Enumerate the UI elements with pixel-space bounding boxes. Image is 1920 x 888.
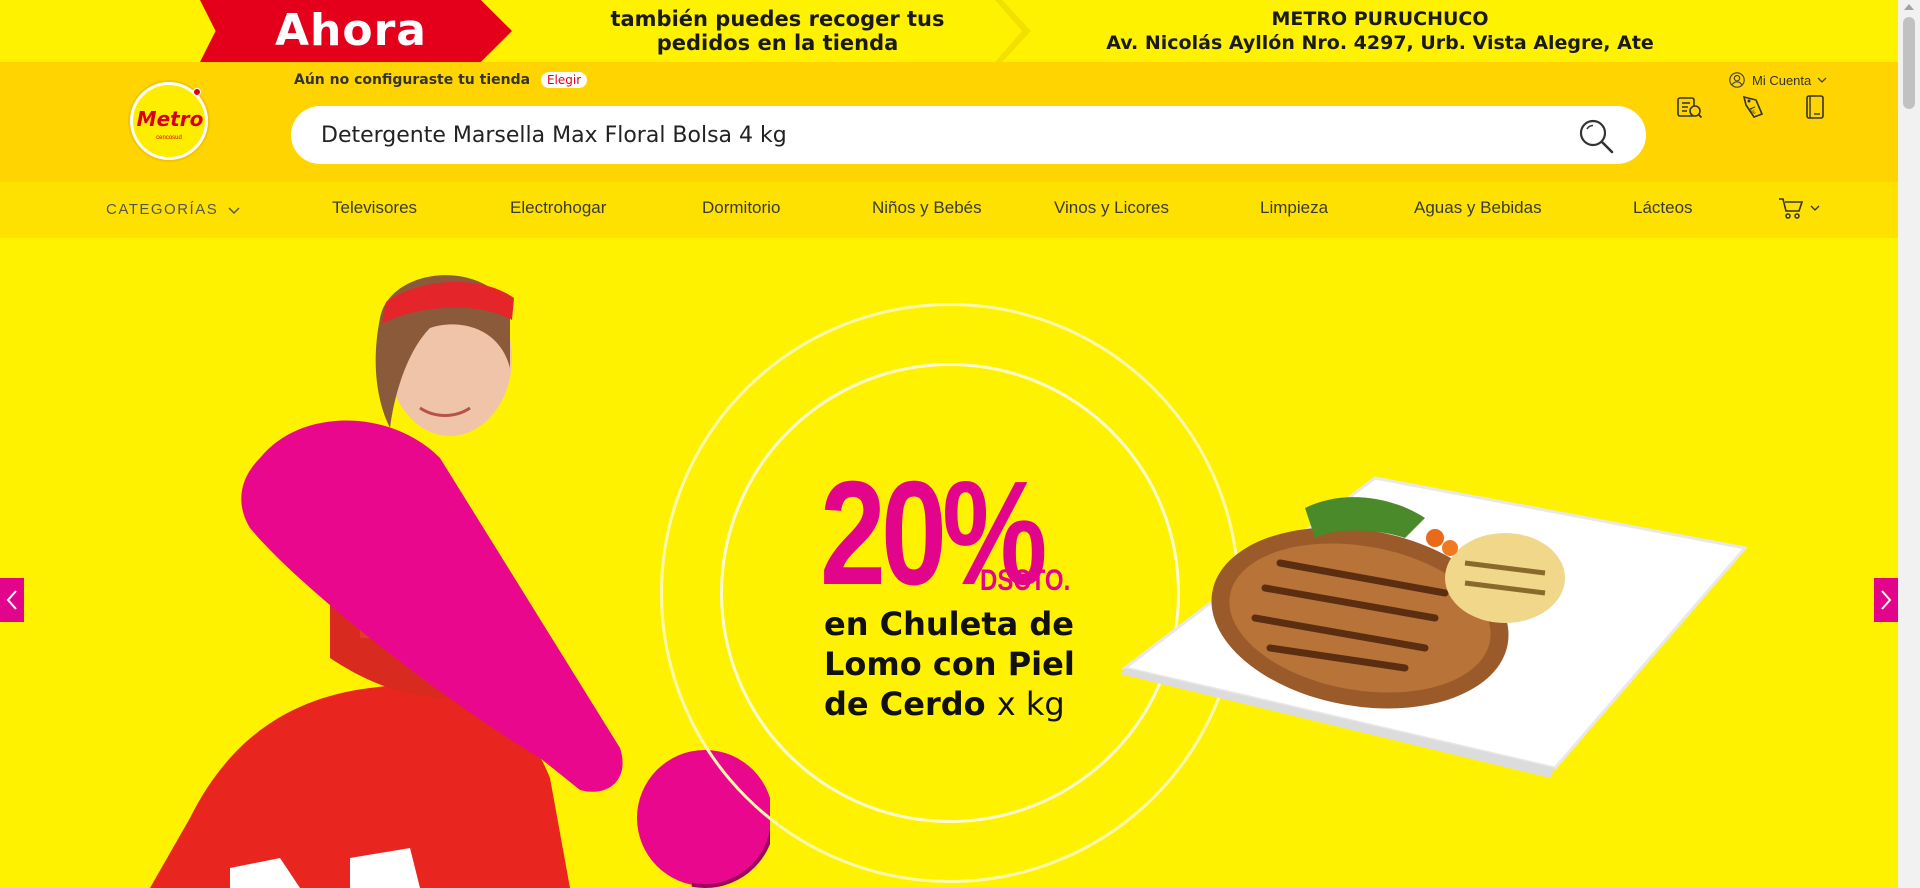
promo-store-address: Av. Nicolás Ayllón Nro. 4297, Urb. Vista… [1106,32,1654,54]
discount-label: DSCTO. [980,564,1071,597]
coupons-icon[interactable]: % [1738,92,1768,122]
site-header: Metro cencosud Aún no configuraste tu ti… [0,62,1898,182]
search-bar [291,106,1646,164]
logo-dot [193,88,201,96]
account-menu[interactable]: Mi Cuenta [1728,71,1827,89]
promo-store: METRO PURUCHUCO Av. Nicolás Ayllón Nro. … [1090,7,1670,55]
logo-subtext: cencosud [156,135,182,141]
cart-icon [1779,198,1804,219]
nav-item-electrohogar[interactable]: Electrohogar [510,198,606,218]
offer-unit: x kg [996,685,1065,723]
nav-item-aguas-bebidas[interactable]: Aguas y Bebidas [1414,198,1542,218]
svg-text:%: % [1750,109,1756,116]
hero-carousel[interactable]: 20% DSCTO. en Chuleta de Lomo con Piel d… [0,238,1898,888]
chevron-right-icon [995,0,1031,62]
nav-item-limpieza[interactable]: Limpieza [1260,198,1328,218]
promo-badge-text: Ahora [275,5,427,56]
order-tracking-icon[interactable] [1674,92,1704,122]
chevron-down-icon [228,206,240,214]
store-config: Aún no configuraste tu tienda Elegir [294,72,588,88]
promo-banner[interactable]: Ahora también puedes recoger tus pedidos… [0,0,1898,62]
pork-chop-plate-image [1120,476,1748,778]
categories-label: CATEGORÍAS [106,201,219,218]
offer-line1: en Chuleta de [824,605,1074,643]
categories-menu[interactable]: CATEGORÍAS [106,201,240,218]
promo-store-name: METRO PURUCHUCO [1271,8,1489,30]
user-icon [1729,72,1745,88]
carousel-next-button[interactable] [1874,578,1898,622]
promo-badge: Ahora [200,0,512,62]
store-prompt: Aún no configuraste tu tienda [294,72,531,88]
search-input[interactable] [321,106,1521,164]
offer-line3: de Cerdo [824,685,986,723]
chevron-down-icon [1810,205,1820,211]
promo-message-line2: pedidos en la tienda [656,31,899,55]
nav-item-dormitorio[interactable]: Dormitorio [702,198,780,218]
metro-logo[interactable]: Metro cencosud [130,82,208,160]
choose-store-button[interactable]: Elegir [540,72,588,88]
promo-message: también puedes recoger tus pedidos en la… [555,7,1000,55]
carousel-prev-button[interactable] [0,578,24,622]
chevron-right-icon [1881,590,1892,610]
chevron-left-icon [6,590,17,610]
chevron-down-icon [1817,77,1827,83]
nav-item-lacteos[interactable]: Lácteos [1633,198,1693,218]
logo-text: Metro [136,107,204,131]
promo-message-line1: también puedes recoger tus [610,7,945,31]
account-label: Mi Cuenta [1752,72,1812,88]
scroll-up-icon[interactable] [1904,4,1914,10]
search-icon[interactable] [1576,116,1616,156]
offer-line2: Lomo con Piel [824,645,1075,683]
nav-item-ninos-bebes[interactable]: Niños y Bebés [872,198,982,218]
offer-text: en Chuleta de Lomo con Piel de Cerdo x k… [824,604,1075,724]
category-nav: CATEGORÍAS Televisores Electrohogar Dorm… [0,182,1898,238]
nav-item-vinos-licores[interactable]: Vinos y Licores [1054,198,1169,218]
nav-item-televisores[interactable]: Televisores [332,198,417,218]
page-scrollbar[interactable] [1898,0,1920,888]
catalog-icon[interactable] [1800,92,1830,122]
scrollbar-thumb[interactable] [1903,17,1915,109]
cart-button[interactable] [1778,196,1820,220]
